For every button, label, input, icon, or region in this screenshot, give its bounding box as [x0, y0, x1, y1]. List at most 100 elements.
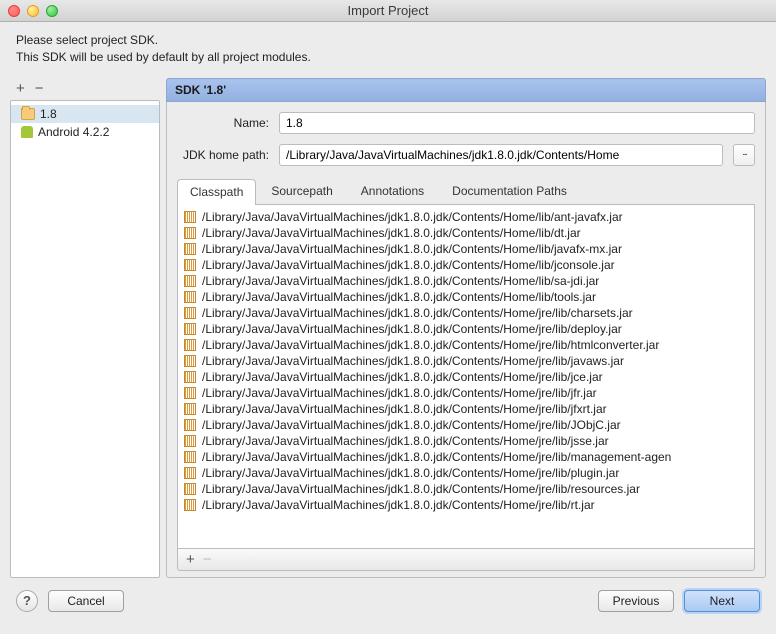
- home-path-label: JDK home path:: [177, 148, 269, 162]
- jar-icon: [184, 307, 196, 319]
- classpath-item[interactable]: /Library/Java/JavaVirtualMachines/jdk1.8…: [180, 305, 752, 321]
- classpath-item[interactable]: /Library/Java/JavaVirtualMachines/jdk1.8…: [180, 337, 752, 353]
- window-title: Import Project: [0, 3, 776, 18]
- sdk-tree-item[interactable]: 1.8: [11, 105, 159, 123]
- classpath-path: /Library/Java/JavaVirtualMachines/jdk1.8…: [202, 450, 671, 464]
- window-controls: [8, 5, 58, 17]
- classpath-toolbar: + −: [177, 549, 755, 571]
- classpath-path: /Library/Java/JavaVirtualMachines/jdk1.8…: [202, 306, 633, 320]
- classpath-item[interactable]: /Library/Java/JavaVirtualMachines/jdk1.8…: [180, 385, 752, 401]
- classpath-path: /Library/Java/JavaVirtualMachines/jdk1.8…: [202, 498, 595, 512]
- jar-icon: [184, 371, 196, 383]
- remove-classpath-button: −: [203, 551, 212, 568]
- jar-icon: [184, 499, 196, 511]
- classpath-item[interactable]: /Library/Java/JavaVirtualMachines/jdk1.8…: [180, 241, 752, 257]
- classpath-item[interactable]: /Library/Java/JavaVirtualMachines/jdk1.8…: [180, 257, 752, 273]
- jar-icon: [184, 403, 196, 415]
- classpath-path: /Library/Java/JavaVirtualMachines/jdk1.8…: [202, 226, 581, 240]
- home-path-row: JDK home path: ···: [177, 144, 755, 166]
- remove-sdk-button[interactable]: −: [35, 80, 44, 97]
- sdk-body: Name: JDK home path: ··· ClasspathSource…: [166, 102, 766, 578]
- sdk-list-toolbar: + −: [10, 78, 160, 100]
- minimize-button[interactable]: [27, 5, 39, 17]
- name-input[interactable]: [279, 112, 755, 134]
- sdk-detail-panel: SDK '1.8' Name: JDK home path: ··· Class…: [166, 78, 766, 578]
- classpath-item[interactable]: /Library/Java/JavaVirtualMachines/jdk1.8…: [180, 497, 752, 513]
- classpath-item[interactable]: /Library/Java/JavaVirtualMachines/jdk1.8…: [180, 273, 752, 289]
- jar-icon: [184, 339, 196, 351]
- classpath-item[interactable]: /Library/Java/JavaVirtualMachines/jdk1.8…: [180, 289, 752, 305]
- jar-icon: [184, 275, 196, 287]
- jar-icon: [184, 387, 196, 399]
- classpath-item[interactable]: /Library/Java/JavaVirtualMachines/jdk1.8…: [180, 321, 752, 337]
- classpath-path: /Library/Java/JavaVirtualMachines/jdk1.8…: [202, 370, 603, 384]
- classpath-item[interactable]: /Library/Java/JavaVirtualMachines/jdk1.8…: [180, 449, 752, 465]
- home-path-input[interactable]: [279, 144, 723, 166]
- classpath-path: /Library/Java/JavaVirtualMachines/jdk1.8…: [202, 418, 621, 432]
- footer: ? Cancel Previous Next: [0, 578, 776, 624]
- header-line2: This SDK will be used by default by all …: [16, 49, 760, 66]
- jar-icon: [184, 451, 196, 463]
- jar-icon: [184, 211, 196, 223]
- add-classpath-button[interactable]: +: [186, 551, 195, 568]
- help-button[interactable]: ?: [16, 590, 38, 612]
- sdk-tree-item[interactable]: Android 4.2.2: [11, 123, 159, 141]
- header-line1: Please select project SDK.: [16, 32, 760, 49]
- tab-documentation-paths[interactable]: Documentation Paths: [439, 178, 580, 204]
- jar-icon: [184, 355, 196, 367]
- name-field-row: Name:: [177, 112, 755, 134]
- classpath-path: /Library/Java/JavaVirtualMachines/jdk1.8…: [202, 466, 619, 480]
- close-button[interactable]: [8, 5, 20, 17]
- classpath-path: /Library/Java/JavaVirtualMachines/jdk1.8…: [202, 386, 597, 400]
- browse-button[interactable]: ···: [733, 144, 755, 166]
- classpath-path: /Library/Java/JavaVirtualMachines/jdk1.8…: [202, 290, 596, 304]
- classpath-path: /Library/Java/JavaVirtualMachines/jdk1.8…: [202, 322, 622, 336]
- header-text: Please select project SDK. This SDK will…: [0, 22, 776, 78]
- classpath-path: /Library/Java/JavaVirtualMachines/jdk1.8…: [202, 354, 624, 368]
- sdk-tree-item-label: Android 4.2.2: [38, 125, 109, 139]
- classpath-path: /Library/Java/JavaVirtualMachines/jdk1.8…: [202, 338, 659, 352]
- jar-icon: [184, 323, 196, 335]
- classpath-item[interactable]: /Library/Java/JavaVirtualMachines/jdk1.8…: [180, 481, 752, 497]
- classpath-item[interactable]: /Library/Java/JavaVirtualMachines/jdk1.8…: [180, 401, 752, 417]
- classpath-path: /Library/Java/JavaVirtualMachines/jdk1.8…: [202, 434, 609, 448]
- next-button[interactable]: Next: [684, 590, 760, 612]
- classpath-list[interactable]: /Library/Java/JavaVirtualMachines/jdk1.8…: [177, 205, 755, 549]
- sdk-list-panel: + − 1.8 Android 4.2.2: [10, 78, 160, 578]
- jar-icon: [184, 291, 196, 303]
- android-icon: [21, 126, 33, 138]
- classpath-item[interactable]: /Library/Java/JavaVirtualMachines/jdk1.8…: [180, 225, 752, 241]
- sdk-tree-item-label: 1.8: [40, 107, 57, 121]
- maximize-button[interactable]: [46, 5, 58, 17]
- classpath-path: /Library/Java/JavaVirtualMachines/jdk1.8…: [202, 242, 622, 256]
- sdk-header: SDK '1.8': [166, 78, 766, 102]
- tab-classpath[interactable]: Classpath: [177, 179, 256, 205]
- content-area: + − 1.8 Android 4.2.2 SDK '1.8' Name: JDK…: [0, 78, 776, 578]
- previous-button[interactable]: Previous: [598, 590, 674, 612]
- add-sdk-button[interactable]: +: [16, 80, 25, 97]
- sdk-tree[interactable]: 1.8 Android 4.2.2: [10, 100, 160, 578]
- classpath-path: /Library/Java/JavaVirtualMachines/jdk1.8…: [202, 402, 607, 416]
- jar-icon: [184, 259, 196, 271]
- classpath-item[interactable]: /Library/Java/JavaVirtualMachines/jdk1.8…: [180, 433, 752, 449]
- jar-icon: [184, 419, 196, 431]
- classpath-path: /Library/Java/JavaVirtualMachines/jdk1.8…: [202, 274, 599, 288]
- classpath-path: /Library/Java/JavaVirtualMachines/jdk1.8…: [202, 210, 623, 224]
- classpath-item[interactable]: /Library/Java/JavaVirtualMachines/jdk1.8…: [180, 209, 752, 225]
- classpath-item[interactable]: /Library/Java/JavaVirtualMachines/jdk1.8…: [180, 417, 752, 433]
- classpath-item[interactable]: /Library/Java/JavaVirtualMachines/jdk1.8…: [180, 465, 752, 481]
- jar-icon: [184, 243, 196, 255]
- classpath-path: /Library/Java/JavaVirtualMachines/jdk1.8…: [202, 482, 640, 496]
- titlebar: Import Project: [0, 0, 776, 22]
- jar-icon: [184, 483, 196, 495]
- cancel-button[interactable]: Cancel: [48, 590, 124, 612]
- jar-icon: [184, 467, 196, 479]
- tab-sourcepath[interactable]: Sourcepath: [258, 178, 345, 204]
- name-label: Name:: [177, 116, 269, 130]
- classpath-item[interactable]: /Library/Java/JavaVirtualMachines/jdk1.8…: [180, 353, 752, 369]
- jar-icon: [184, 227, 196, 239]
- classpath-item[interactable]: /Library/Java/JavaVirtualMachines/jdk1.8…: [180, 369, 752, 385]
- tab-annotations[interactable]: Annotations: [348, 178, 437, 204]
- classpath-path: /Library/Java/JavaVirtualMachines/jdk1.8…: [202, 258, 615, 272]
- folder-icon: [21, 108, 35, 120]
